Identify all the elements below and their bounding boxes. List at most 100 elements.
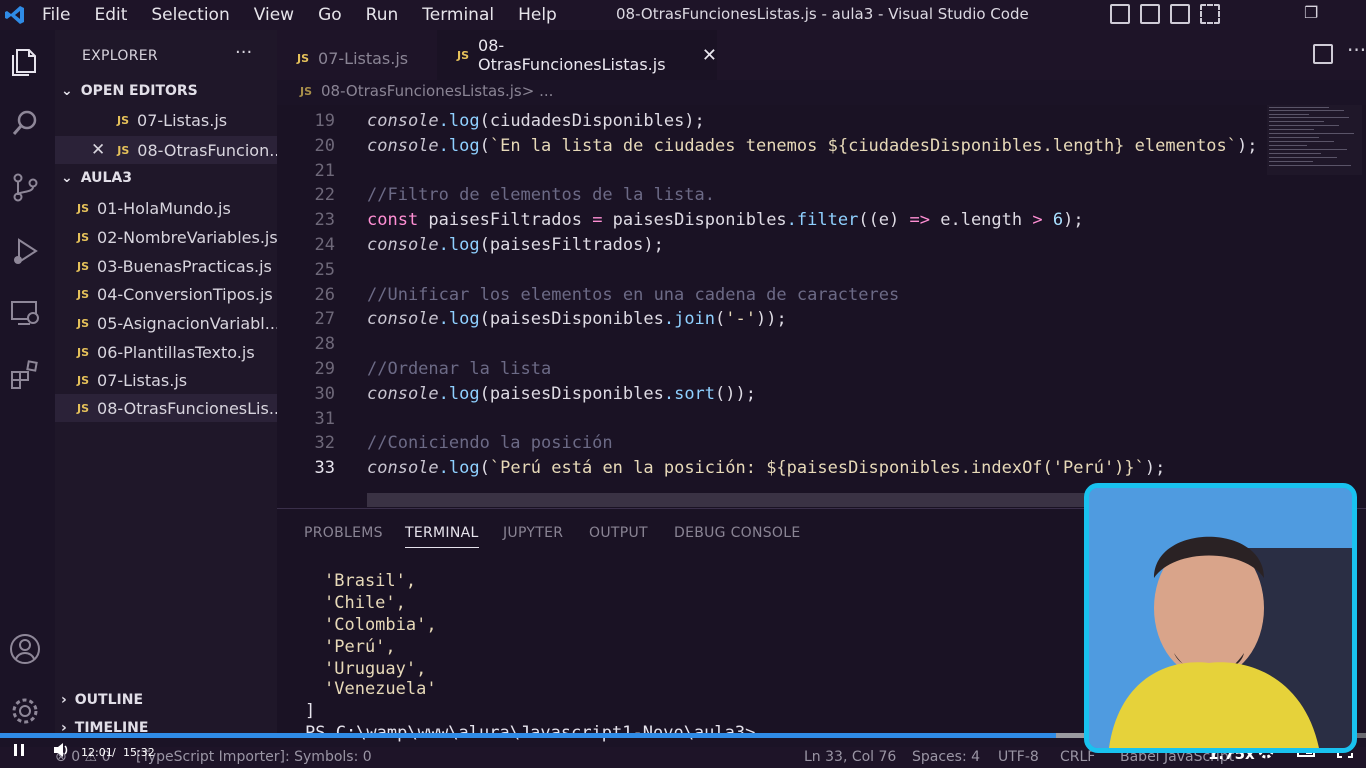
vscode-logo-icon [0,0,30,30]
tab-debug-console[interactable]: DEBUG CONSOLE [674,525,801,541]
code-line[interactable]: 28 [277,334,1366,359]
toggle-secondary-sidebar-icon[interactable] [1170,4,1190,24]
code-line[interactable]: 21 [277,161,1366,186]
code-line[interactable]: 32 //Coniciendo la posición [277,433,1366,458]
close-tab-icon[interactable]: ✕ [702,45,717,66]
code-editor[interactable]: 19 console.log(ciudadesDisponibles); 20 con… [277,105,1366,508]
line-number: 26 [314,284,335,305]
menu-run[interactable]: Run [354,5,411,25]
line-number: 32 [314,433,335,454]
code-line[interactable]: 30 console.log(paisesDisponibles.sort()); [277,384,1366,409]
tab-07-listas[interactable]: JS 07-Listas.js [297,40,408,76]
file-item[interactable]: JS 06-PlantillasTexto.js [55,338,277,366]
code-line[interactable]: 19 console.log(ciudadesDisponibles); [277,111,1366,136]
breadcrumb: JS 08-OtrasFuncionesListas.js > ... [300,82,553,100]
file-item[interactable]: JS 04-ConversionTipos.js [55,280,277,308]
tab-problems[interactable]: PROBLEMS [304,525,383,541]
js-file-icon: JS [77,230,90,244]
pause-icon[interactable] [12,742,26,762]
source-control-icon[interactable] [8,170,42,204]
chevron-down-icon: ⌄ [61,83,73,99]
line-number: 27 [314,309,335,330]
outline-label: OUTLINE [74,692,144,708]
account-icon[interactable] [8,632,42,666]
explorer-icon[interactable] [8,44,42,78]
terminal-line: 'Colombia', [324,615,437,635]
menu-selection[interactable]: Selection [139,5,241,25]
code-text: console.log(ciudadesDisponibles); [367,111,705,131]
open-editor-item[interactable]: JS 07-Listas.js [55,106,277,134]
tab-label: 07-Listas.js [318,48,409,68]
restore-window-icon[interactable]: ❐ [1304,3,1318,22]
open-editor-item-active[interactable]: ✕ JS 08-OtrasFuncion... [55,136,277,164]
tab-08-otras-funciones-listas[interactable]: JS 08-OtrasFuncionesListas.js ✕ [437,30,717,80]
js-file-icon: JS [77,316,90,330]
current-time: 12:01 [81,746,113,759]
file-item[interactable]: JS 03-BuenasPracticas.js [55,252,277,280]
file-item[interactable]: JS 05-AsignacionVariabl... [55,309,277,337]
settings-gear-icon[interactable] [8,694,42,728]
js-file-icon: JS [77,259,90,273]
chevron-right-icon: › [61,692,67,708]
js-file-icon: JS [77,373,90,387]
toggle-sidebar-icon[interactable] [1110,4,1130,24]
volume-icon[interactable] [52,742,70,762]
minimap[interactable] [1267,105,1362,185]
open-editors-section[interactable]: ⌄ OPEN EDITORS [61,83,198,99]
remote-explorer-icon[interactable] [8,296,42,330]
layout-controls [1110,4,1220,24]
tab-terminal[interactable]: TERMINAL [405,525,479,548]
code-line[interactable]: 23 const paisesFiltrados = paisesDisponib… [277,210,1366,235]
file-name: 08-OtrasFuncionesLis... [97,398,277,418]
menu-help[interactable]: Help [506,5,569,25]
tab-output[interactable]: OUTPUT [589,525,648,541]
file-item-selected[interactable]: JS 08-OtrasFuncionesLis... [55,394,277,422]
code-line[interactable]: 22 //Filtro de elementos de la lista. [277,185,1366,210]
terminal-line: 'Perú', [324,637,396,657]
more-actions-icon[interactable]: ··· [1347,38,1366,62]
line-number: 25 [314,259,335,280]
terminal-line: 'Brasil', [324,571,417,591]
breadcrumb-rest[interactable]: > ... [522,82,554,100]
breadcrumb-file[interactable]: 08-OtrasFuncionesListas.js [321,82,522,100]
code-line[interactable]: 33 console.log(`Perú está en la posición:… [277,458,1366,483]
code-line[interactable]: 25 [277,260,1366,285]
js-file-icon: JS [297,51,310,65]
line-number: 28 [314,334,335,355]
run-debug-icon[interactable] [8,234,42,268]
code-line[interactable]: 26 //Unificar los elementos en una cadena… [277,285,1366,310]
editor-tabs: JS 07-Listas.js JS 08-OtrasFuncionesList… [277,30,1366,80]
toggle-panel-icon[interactable] [1140,4,1160,24]
split-editor-icon[interactable] [1313,44,1333,64]
code-text: //Coniciendo la posición [367,433,613,454]
menu-view[interactable]: View [242,5,306,25]
menu-go[interactable]: Go [306,5,354,25]
tab-jupyter[interactable]: JUPYTER [503,525,563,541]
js-file-icon: JS [117,143,130,157]
file-name: 04-ConversionTipos.js [97,284,273,304]
code-line[interactable]: 24 console.log(paisesFiltrados); [277,235,1366,260]
code-line[interactable]: 29 //Ordenar la lista [277,359,1366,384]
code-line[interactable]: 20 console.log(`En la lista de ciudades t… [277,136,1366,161]
file-item[interactable]: JS 02-NombreVariables.js [55,223,277,251]
file-item[interactable]: JS 07-Listas.js [55,366,277,394]
folder-section[interactable]: ⌄ AULA3 [61,170,132,186]
terminal-line: 'Chile', [324,593,406,613]
code-line[interactable]: 31 [277,409,1366,434]
chevron-down-icon: ⌄ [61,170,73,186]
explorer-sidebar: EXPLORER ··· ⌄ OPEN EDITORS JS 07-Listas… [55,30,277,736]
extensions-icon[interactable] [8,358,42,392]
more-actions-button[interactable]: ··· [235,42,252,63]
search-icon[interactable] [8,106,42,140]
js-file-icon: JS [117,113,130,127]
menu-terminal[interactable]: Terminal [410,5,506,25]
customize-layout-icon[interactable] [1200,4,1220,24]
terminal-line: 'Uruguay', [324,659,427,679]
file-item[interactable]: JS 01-HolaMundo.js [55,194,277,222]
menu-file[interactable]: File [30,5,82,25]
code-line[interactable]: 27 console.log(paisesDisponibles.join('-'… [277,309,1366,334]
outline-section[interactable]: › OUTLINE [61,692,143,708]
line-number: 21 [314,160,335,181]
close-icon[interactable]: ✕ [91,140,105,160]
menu-edit[interactable]: Edit [82,5,139,25]
